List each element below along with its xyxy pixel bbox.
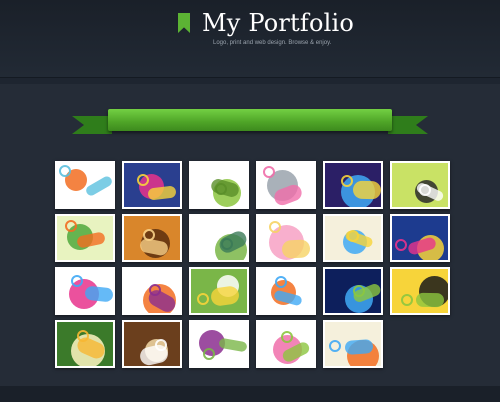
portfolio-thumbnail-blue-rainbow-swirl[interactable] bbox=[323, 267, 383, 315]
artwork-shape bbox=[59, 165, 71, 177]
artwork-shape bbox=[269, 221, 281, 233]
artwork-shape bbox=[352, 180, 381, 200]
brand[interactable]: My Portfolio bbox=[178, 8, 354, 38]
portfolio-thumbnail-city-skyline-yellow[interactable] bbox=[390, 267, 450, 315]
artwork-shape bbox=[77, 330, 89, 342]
portfolio-thumbnail-plumeria-flowers[interactable] bbox=[55, 320, 115, 368]
artwork-shape bbox=[209, 285, 241, 307]
artwork-shape bbox=[155, 339, 167, 351]
artwork-shape bbox=[275, 276, 287, 288]
artwork-shape bbox=[215, 183, 227, 195]
portfolio-thumbnail-orange-floral-spray[interactable] bbox=[323, 320, 383, 368]
artwork-shape bbox=[395, 239, 407, 251]
artwork-shape bbox=[137, 174, 149, 186]
portfolio-thumbnail-pink-flower-pattern[interactable] bbox=[256, 320, 316, 368]
artwork-shape bbox=[341, 175, 353, 187]
portfolio-thumbnail-green-vines-white[interactable] bbox=[189, 161, 249, 209]
artwork-shape bbox=[329, 340, 341, 352]
artwork-shape bbox=[143, 229, 155, 241]
artwork-shape bbox=[84, 174, 113, 198]
artwork-shape bbox=[203, 348, 215, 360]
portfolio-thumbnail-green-leaves-art[interactable] bbox=[189, 267, 249, 315]
portfolio-thumbnail-purple-paisley[interactable] bbox=[122, 161, 182, 209]
portfolio-thumbnail-ornamental-vines-white[interactable] bbox=[189, 320, 249, 368]
portfolio-thumbnail-retro-circles-grey[interactable] bbox=[256, 161, 316, 209]
artwork-shape bbox=[197, 293, 209, 305]
artwork-shape bbox=[221, 238, 233, 250]
portfolio-thumbnail-green-butterfly-silhouette[interactable] bbox=[390, 161, 450, 209]
ribbon-tail-right bbox=[388, 116, 428, 134]
ribbon-tail-left bbox=[72, 116, 112, 134]
artwork-shape bbox=[419, 184, 431, 196]
site-title: My Portfolio bbox=[202, 9, 355, 37]
site-header: My Portfolio Logo, print and web design.… bbox=[0, 0, 500, 78]
artwork-shape bbox=[347, 230, 359, 242]
artwork-shape bbox=[84, 285, 113, 303]
portfolio-section bbox=[0, 84, 500, 402]
artwork-shape bbox=[281, 331, 293, 343]
footer-bar bbox=[0, 386, 500, 402]
artwork-shape bbox=[71, 275, 83, 287]
portfolio-thumbnail-blue-butterfly-swirls[interactable] bbox=[323, 214, 383, 262]
ribbon-band bbox=[108, 109, 392, 131]
artwork-shape bbox=[65, 220, 77, 232]
portfolio-thumbnail-paisley-drops-white[interactable] bbox=[122, 267, 182, 315]
portfolio-thumbnail-colorful-swirls-white[interactable] bbox=[55, 267, 115, 315]
portfolio-thumbnail-blue-curves-purple[interactable] bbox=[323, 161, 383, 209]
artwork-shape bbox=[415, 292, 445, 308]
artwork-shape bbox=[149, 284, 161, 296]
ribbon-banner bbox=[72, 109, 428, 137]
portfolio-thumbnail-colorful-rings[interactable] bbox=[256, 267, 316, 315]
portfolio-thumbnail-floral-swirls-orange[interactable] bbox=[55, 161, 115, 209]
portfolio-thumbnail-green-waves-flowers[interactable] bbox=[55, 214, 115, 262]
portfolio-thumbnail-ornate-brown-scroll[interactable] bbox=[122, 320, 182, 368]
portfolio-thumbnail-green-flourish-white[interactable] bbox=[189, 214, 249, 262]
artwork-shape bbox=[281, 239, 311, 259]
artwork-shape bbox=[147, 185, 177, 201]
portfolio-thumbnail-tropical-flower-dark[interactable] bbox=[390, 214, 450, 262]
artwork-shape bbox=[263, 166, 275, 178]
bookmark-icon bbox=[178, 13, 190, 33]
portfolio-thumbnail-bonsai-tree-orange[interactable] bbox=[122, 214, 182, 262]
tagline: Logo, print and web design. Browse & enj… bbox=[213, 40, 332, 46]
artwork-shape bbox=[401, 294, 413, 306]
artwork-shape bbox=[353, 285, 365, 297]
portfolio-thumbnail-pink-flowers-outline[interactable] bbox=[256, 214, 316, 262]
artwork-shape bbox=[344, 339, 374, 355]
